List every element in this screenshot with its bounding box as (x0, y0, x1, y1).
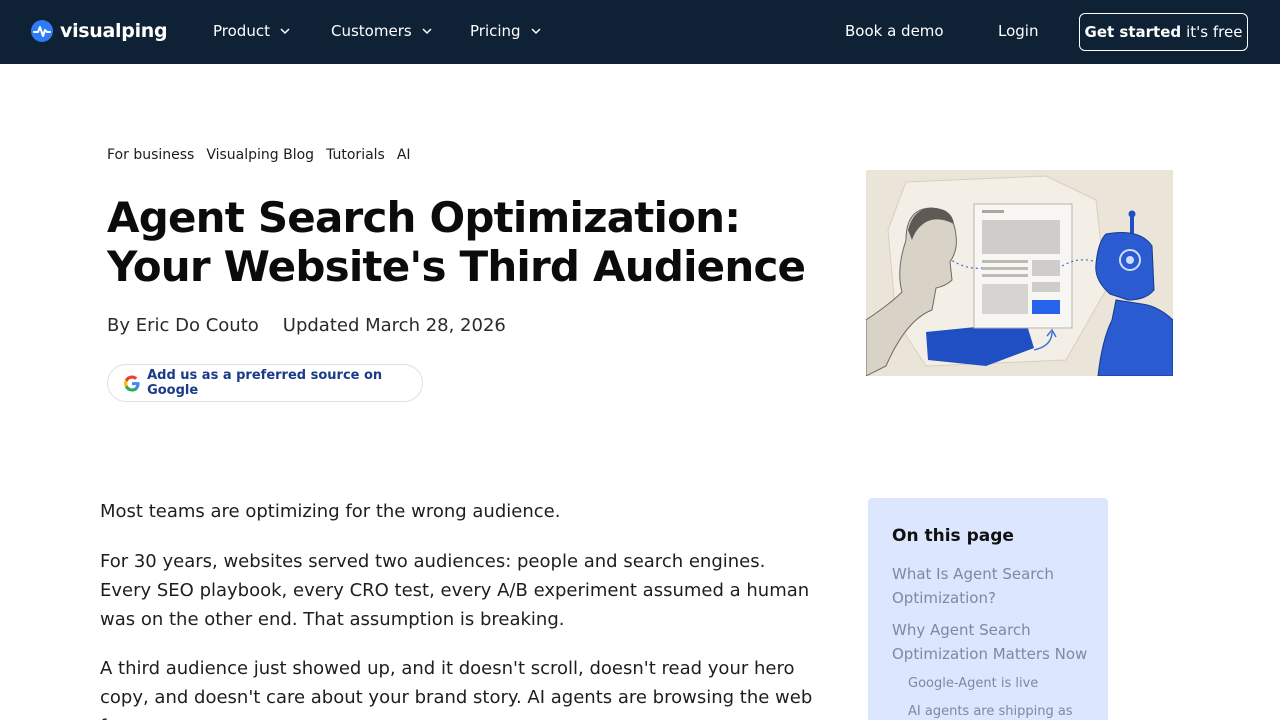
breadcrumb-item[interactable]: For business (107, 147, 194, 163)
google-preferred-source-label: Add us as a preferred source on Google (147, 368, 383, 398)
cta-strong-label: Get started (1084, 23, 1182, 41)
breadcrumb-item[interactable]: AI (397, 147, 411, 163)
title-line-2: Your Website's Third Audience (107, 242, 806, 291)
google-preferred-source-button[interactable]: Add us as a preferred source on Google (107, 364, 423, 402)
chevron-down-icon (280, 28, 290, 35)
page-title: Agent Search Optimization: Your Website'… (107, 193, 827, 291)
hero-illustration (866, 170, 1173, 376)
article-meta: By Eric Do Couto Updated March 28, 2026 (107, 315, 506, 336)
updated-date: Updated March 28, 2026 (282, 315, 506, 336)
pulse-logo-icon (31, 20, 53, 42)
author-byline: By Eric Do Couto (107, 315, 259, 336)
toc-sublink[interactable]: AI agents are shipping as (908, 703, 1098, 720)
nav-customers[interactable]: Customers (331, 22, 433, 40)
nav-pricing-label: Pricing (470, 22, 521, 40)
login-link[interactable]: Login (998, 22, 1038, 40)
book-demo-link[interactable]: Book a demo (845, 22, 944, 40)
get-started-button[interactable]: Get started it's free (1079, 13, 1248, 51)
chevron-down-icon (531, 28, 541, 35)
nav-product-label: Product (213, 22, 270, 40)
title-line-1: Agent Search Optimization: (107, 193, 741, 242)
toc-title: On this page (892, 526, 1014, 546)
body-paragraph: For 30 years, websites served two audien… (100, 551, 810, 630)
breadcrumb-item[interactable]: Tutorials (326, 147, 385, 163)
breadcrumb-item[interactable]: Visualping Blog (206, 147, 314, 163)
toc-sublink[interactable]: Google-Agent is live (908, 675, 1098, 693)
table-of-contents: On this page What Is Agent Search Optimi… (868, 498, 1108, 720)
toc-link[interactable]: What Is Agent Search Optimization? (892, 562, 1092, 610)
cta-light-label: it's free (1186, 23, 1243, 41)
breadcrumb: For business Visualping Blog Tutorials A… (107, 147, 423, 163)
chevron-down-icon (422, 28, 432, 35)
logo[interactable]: visualping (31, 20, 168, 42)
body-paragraph: Most teams are optimizing for the wrong … (100, 501, 561, 522)
body-paragraph: A third audience just showed up, and it … (100, 658, 813, 720)
nav-pricing[interactable]: Pricing (470, 22, 542, 40)
google-g-icon (124, 374, 140, 392)
nav-customers-label: Customers (331, 22, 412, 40)
top-nav: visualping Product Customers Pricing Boo… (0, 0, 1280, 64)
toc-link[interactable]: Why Agent Search Optimization Matters No… (892, 618, 1092, 666)
logo-text: visualping (60, 20, 168, 42)
nav-product[interactable]: Product (213, 22, 291, 40)
